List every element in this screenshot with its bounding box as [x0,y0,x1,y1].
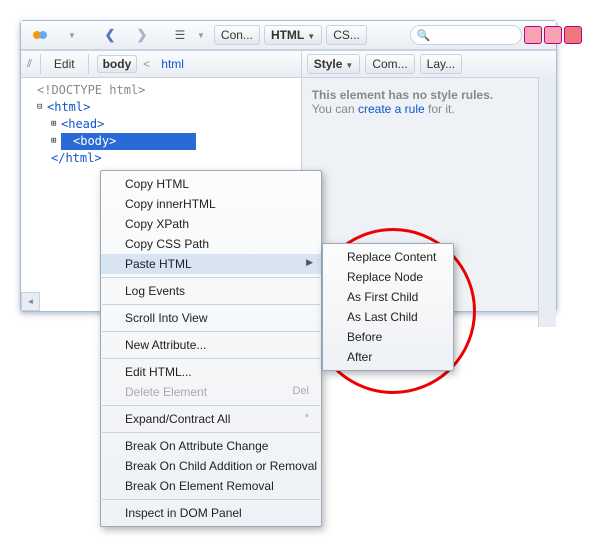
firebug-icon[interactable] [25,24,55,46]
tree-html[interactable]: ⊟<html> [37,99,295,116]
tab-layout[interactable]: Lay... [420,54,462,74]
menu-separator [102,358,320,359]
menu-expand-contract[interactable]: Expand/Contract All * [101,409,321,429]
create-rule-link[interactable]: create a rule [358,102,425,116]
search-field[interactable]: 🔍 [410,25,522,45]
expand-icon[interactable]: ⊞ [51,133,61,150]
menu-inspect-dom[interactable]: Inspect in DOM Panel [101,503,321,523]
dropdown-icon[interactable]: ▼ [57,24,87,46]
menu-delete-element: Delete Element Del [101,382,321,402]
submenu-replace-content[interactable]: Replace Content [323,247,453,267]
tree-label: <head> [61,116,104,133]
expand-icon[interactable]: ⊞ [51,116,61,133]
menu-label: Paste HTML [125,257,192,271]
breadcrumb-icon[interactable]: ⫽ [27,58,32,71]
paste-submenu: Replace Content Replace Node As First Ch… [322,243,454,371]
no-rules-message: This element has no style rules. You can… [302,78,556,126]
submenu-last-child[interactable]: As Last Child [323,307,453,327]
menu-copy-innerhtml[interactable]: Copy innerHTML [101,194,321,214]
menu-break-remove[interactable]: Break On Element Removal [101,476,321,496]
dropdown-icon[interactable]: ▼ [197,31,205,40]
back-button[interactable]: ❮ [95,24,125,46]
menu-icon[interactable]: ☰ [165,24,195,46]
menu-new-attribute[interactable]: New Attribute... [101,335,321,355]
tab-style[interactable]: Style▼ [307,54,361,74]
minimize-button[interactable] [524,26,542,44]
popout-button[interactable] [544,26,562,44]
tree-body-selected[interactable]: ⊞<body> [37,133,295,150]
context-menu: Copy HTML Copy innerHTML Copy XPath Copy… [100,170,322,527]
menu-separator [102,405,320,406]
tab-computed[interactable]: Com... [365,54,414,74]
tab-html[interactable]: HTML▼ [264,25,322,45]
crumb-body[interactable]: body [97,55,138,73]
msg-line2b: for it. [425,102,455,116]
divider [40,54,41,74]
search-icon: 🔍 [417,29,431,42]
main-toolbar: ▼ ❮ ❯ ☰ ▼ Con... HTML▼ CS... 🔍 [21,21,556,50]
menu-separator [102,277,320,278]
window-controls [524,26,582,44]
submenu-after[interactable]: After [323,347,453,367]
menu-edit-html[interactable]: Edit HTML... [101,362,321,382]
submenu-before[interactable]: Before [323,327,453,347]
crumb-sep: < [143,57,150,71]
edit-button[interactable]: Edit [49,56,80,72]
side-tabs: Style▼ Com... Lay... [302,51,556,78]
menu-copy-xpath[interactable]: Copy XPath [101,214,321,234]
tab-html-label: HTML [271,28,304,42]
tree-label: <html> [47,99,90,116]
menu-copy-html[interactable]: Copy HTML [101,174,321,194]
menu-break-attr[interactable]: Break On Attribute Change [101,436,321,456]
tree-head[interactable]: ⊞<head> [37,116,295,133]
tree-doctype[interactable]: <!DOCTYPE html> [37,82,295,99]
shortcut-label: Del [292,385,309,397]
menu-copy-csspath[interactable]: Copy CSS Path [101,234,321,254]
collapse-icon[interactable]: ⊟ [37,99,47,116]
forward-button[interactable]: ❯ [127,24,157,46]
submenu-replace-node[interactable]: Replace Node [323,267,453,287]
search-input[interactable] [431,28,515,42]
scrollbar[interactable] [538,77,556,327]
menu-separator [102,304,320,305]
crumb-html[interactable]: html [156,56,189,72]
menu-separator [102,499,320,500]
menu-separator [102,331,320,332]
menu-paste-html[interactable]: Paste HTML ▶ [101,254,321,274]
menu-label: Delete Element [125,385,207,399]
menu-label: Expand/Contract All [125,412,230,426]
tree-label: <body> [61,133,196,150]
tree-html-close[interactable]: </html> [37,150,295,167]
tab-css[interactable]: CS... [326,25,367,45]
submenu-first-child[interactable]: As First Child [323,287,453,307]
menu-break-child[interactable]: Break On Child Addition or Removal [101,456,321,476]
menu-log-events[interactable]: Log Events [101,281,321,301]
tab-label: Style [314,57,343,71]
menu-separator [102,432,320,433]
tab-console[interactable]: Con... [214,25,260,45]
divider [88,54,89,74]
dropdown-icon: ▼ [307,32,315,41]
breadcrumb: ⫽ Edit body < html [21,51,301,78]
dom-tree[interactable]: <!DOCTYPE html> ⊟<html> ⊞<head> ⊞<body> … [21,78,301,171]
submenu-arrow-icon: ▶ [306,257,313,268]
close-button[interactable] [564,26,582,44]
msg-line2a: You can [312,102,358,116]
menu-scroll-into-view[interactable]: Scroll Into View [101,308,321,328]
shortcut-label: * [305,412,309,424]
dropdown-icon: ▼ [345,61,353,70]
msg-line1: This element has no style rules. [312,88,493,102]
scroll-left-button[interactable]: ◄ [21,292,40,311]
